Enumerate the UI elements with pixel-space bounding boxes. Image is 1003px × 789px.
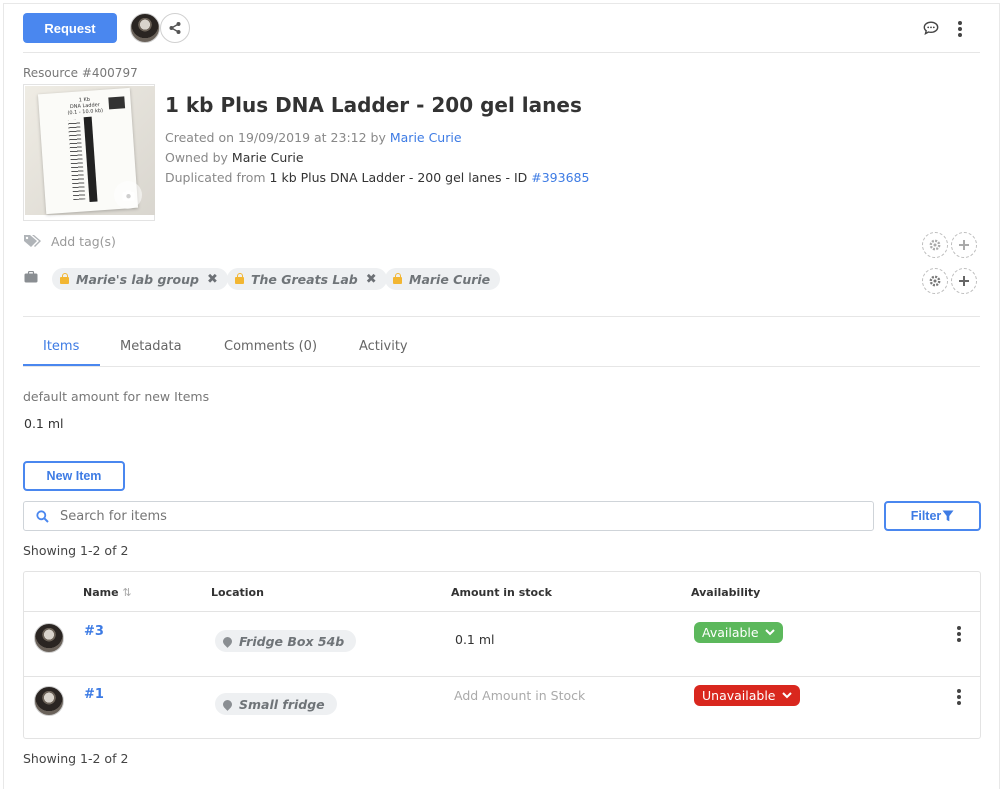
tags-icon — [24, 235, 41, 247]
tab-activity[interactable]: Activity — [359, 339, 408, 354]
change-photo-button[interactable] — [114, 181, 142, 209]
chevron-down-icon — [764, 629, 775, 636]
row-kebab-menu-icon[interactable] — [957, 689, 961, 707]
owned-line: Owned by Marie Curie — [165, 150, 304, 165]
row-avatar — [34, 623, 64, 653]
share-button[interactable] — [160, 13, 190, 43]
comment-icon — [923, 21, 939, 35]
add-tags-input[interactable]: Add tag(s) — [51, 234, 116, 249]
duplicated-prefix: Duplicated from — [165, 170, 266, 185]
group-chip-maries-lab-group[interactable]: Marie's lab group ✖ — [52, 268, 228, 290]
map-pin-icon — [221, 697, 234, 711]
created-line: Created on 19/09/2019 at 23:12 by Marie … — [165, 130, 462, 145]
filter-button[interactable]: Filter — [884, 501, 981, 531]
groups-settings-button[interactable] — [922, 268, 948, 294]
row-add-amount-link[interactable]: Add Amount in Stock — [454, 688, 585, 703]
new-item-button[interactable]: New Item — [23, 461, 125, 491]
row-location-chip[interactable]: Small fridge — [215, 693, 337, 715]
resource-thumbnail[interactable]: 1 Kb DNA Ladder (0.1 - 10.0 kb) — [23, 84, 155, 221]
col-availability-header: Availability — [691, 586, 761, 599]
add-group-button[interactable] — [951, 268, 977, 294]
chevron-down-icon — [781, 692, 792, 699]
owner-avatar[interactable] — [130, 13, 160, 43]
row-amount[interactable]: 0.1 ml — [455, 632, 495, 647]
tab-comments[interactable]: Comments (0) — [224, 339, 317, 354]
remove-group-icon[interactable]: ✖ — [366, 272, 377, 287]
share-icon — [169, 22, 181, 34]
lock-icon — [60, 272, 69, 284]
gear-icon — [929, 239, 941, 251]
resource-id: Resource #400797 — [23, 66, 138, 80]
search-icon — [36, 510, 49, 523]
row-availability-dropdown[interactable]: Available — [694, 622, 783, 643]
header-divider — [23, 52, 980, 53]
sort-icon[interactable]: ⇅ — [122, 586, 131, 599]
row-location-label: Small fridge — [239, 696, 325, 712]
created-by-link[interactable]: Marie Curie — [390, 130, 462, 145]
tab-items[interactable]: Items — [43, 339, 79, 354]
showing-count-bottom: Showing 1-2 of 2 — [23, 751, 129, 766]
camera-icon — [122, 190, 134, 200]
default-amount-value[interactable]: 0.1 ml — [24, 416, 64, 431]
duplicated-id-link[interactable]: #393685 — [531, 170, 589, 185]
lock-icon — [235, 272, 244, 284]
group-chip-label: Marie Curie — [409, 271, 491, 287]
row-availability-label: Unavailable — [702, 688, 776, 703]
group-chip-label: The Greats Lab — [251, 271, 358, 287]
plus-icon — [959, 276, 969, 286]
duplicated-line: Duplicated from 1 kb Plus DNA Ladder - 2… — [165, 170, 589, 185]
group-chip-marie-curie[interactable]: Marie Curie — [385, 268, 501, 290]
info-divider — [23, 316, 980, 317]
resource-title: 1 kb Plus DNA Ladder - 200 gel lanes — [165, 93, 582, 117]
col-amount-header: Amount in stock — [451, 586, 552, 599]
header-kebab-menu-icon[interactable] — [958, 21, 962, 39]
plus-icon — [959, 240, 969, 250]
col-name-label: Name — [83, 586, 119, 599]
comments-button[interactable] — [923, 20, 939, 39]
row-availability-label: Available — [702, 625, 759, 640]
request-button[interactable]: Request — [23, 13, 117, 43]
tab-metadata[interactable]: Metadata — [120, 339, 182, 354]
row-item-link[interactable]: #3 — [84, 624, 104, 639]
row-location-chip[interactable]: Fridge Box 54b — [215, 630, 357, 652]
showing-count-top: Showing 1-2 of 2 — [23, 543, 129, 558]
tags-settings-button[interactable] — [922, 232, 948, 258]
gear-icon — [929, 275, 941, 287]
owned-prefix: Owned by — [165, 150, 228, 165]
row-kebab-menu-icon[interactable] — [957, 626, 961, 644]
briefcase-icon — [24, 271, 38, 283]
row-divider — [24, 676, 980, 677]
lock-icon — [393, 272, 402, 284]
row-avatar — [34, 686, 64, 716]
remove-group-icon[interactable]: ✖ — [207, 272, 218, 287]
tabs-divider — [23, 366, 980, 367]
filter-icon — [942, 510, 954, 522]
owned-by: Marie Curie — [231, 150, 304, 165]
row-availability-dropdown[interactable]: Unavailable — [694, 685, 800, 706]
search-box[interactable] — [23, 501, 874, 531]
group-chip-the-greats-lab[interactable]: The Greats Lab ✖ — [227, 268, 387, 290]
search-input[interactable] — [60, 507, 860, 525]
filter-label: Filter — [910, 509, 942, 523]
add-tag-button[interactable] — [951, 232, 977, 258]
col-name-header[interactable]: Name ⇅ — [83, 586, 132, 599]
duplicated-name: 1 kb Plus DNA Ladder - 200 gel lanes - I… — [269, 170, 528, 185]
col-location-header: Location — [211, 586, 264, 599]
row-item-link[interactable]: #1 — [84, 687, 104, 702]
map-pin-icon — [221, 634, 234, 648]
default-amount-label: default amount for new Items — [23, 389, 210, 404]
created-prefix: Created on 19/09/2019 at 23:12 by — [165, 130, 386, 145]
row-location-label: Fridge Box 54b — [239, 633, 345, 649]
group-chip-label: Marie's lab group — [76, 271, 199, 287]
